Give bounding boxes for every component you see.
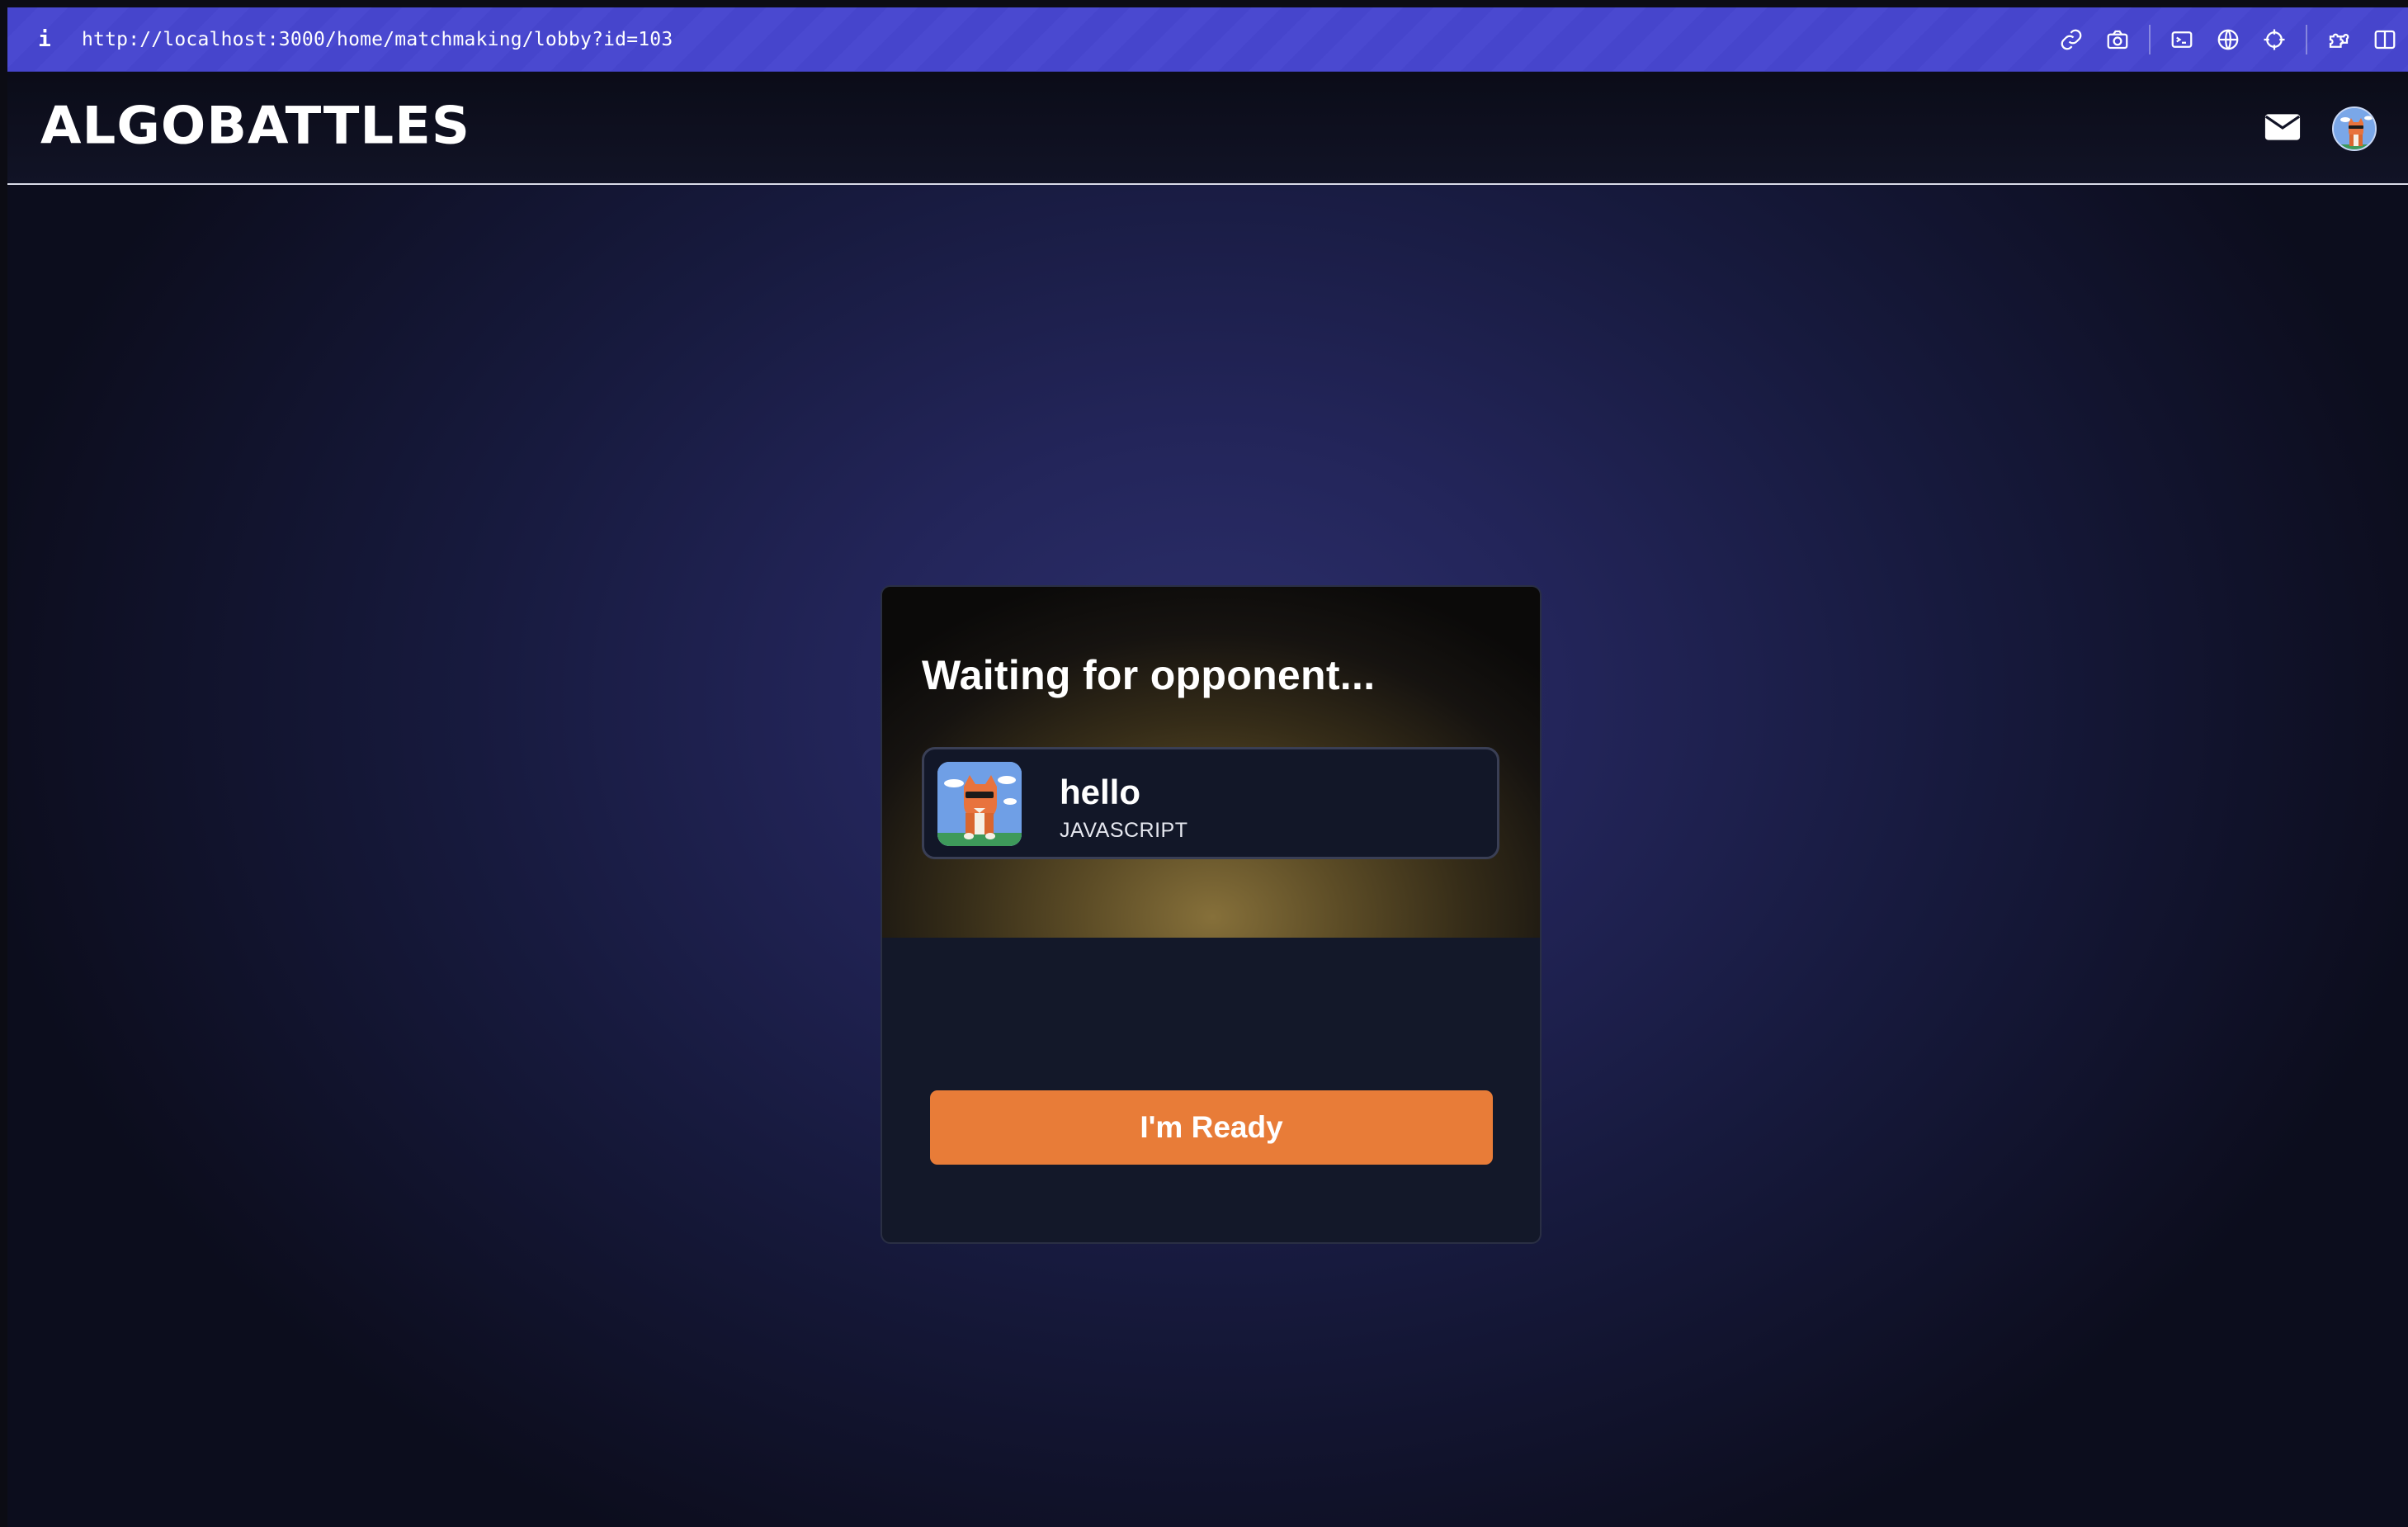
browser-toolbar <box>2048 7 2408 72</box>
terminal-icon[interactable] <box>2159 7 2205 72</box>
sidebar-icon[interactable] <box>2362 7 2408 72</box>
player-avatar <box>937 762 1022 846</box>
window-left-edge <box>0 0 7 1527</box>
player-username: hello <box>1060 773 1141 811</box>
window-top-edge <box>0 0 2408 7</box>
toolbar-divider <box>2306 25 2307 54</box>
lobby-status-title: Waiting for opponent... <box>922 652 1376 698</box>
toolbar-divider <box>2149 25 2151 54</box>
profile-avatar[interactable] <box>2332 106 2377 151</box>
extension-icon[interactable] <box>2316 7 2362 72</box>
ready-button[interactable]: I'm Ready <box>930 1090 1493 1165</box>
lobby-card: Waiting for opponent... hello JAVASCRIPT… <box>881 585 1542 1244</box>
player-card: hello JAVASCRIPT <box>922 747 1499 859</box>
link-icon[interactable] <box>2048 7 2094 72</box>
app-logo[interactable]: ALGOBATTLES <box>40 101 470 153</box>
mail-icon[interactable] <box>2263 111 2302 144</box>
crosshair-icon[interactable] <box>2251 7 2297 72</box>
camera-icon[interactable] <box>2094 7 2141 72</box>
browser-url-bar: i http://localhost:3000/home/matchmaking… <box>7 7 2408 72</box>
url-text[interactable]: http://localhost:3000/home/matchmaking/l… <box>82 29 673 50</box>
player-language: JAVASCRIPT <box>1060 819 1188 842</box>
site-info-icon[interactable]: i <box>7 27 82 52</box>
globe-icon[interactable] <box>2205 7 2251 72</box>
lobby-card-header: Waiting for opponent... hello JAVASCRIPT <box>882 587 1540 938</box>
app-page: ALGOBATTLES Waiting for opponent... hell… <box>7 72 2408 1527</box>
top-navigation: ALGOBATTLES <box>7 72 2408 185</box>
